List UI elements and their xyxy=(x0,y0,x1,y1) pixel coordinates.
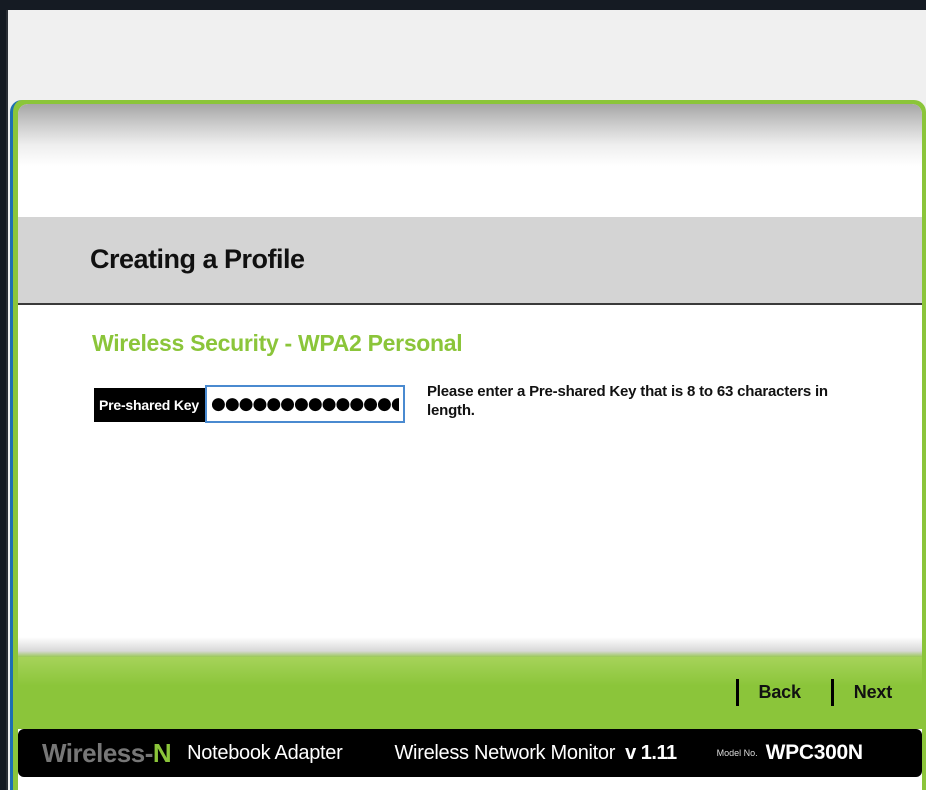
product-name: Notebook Adapter xyxy=(187,741,343,764)
wizard-navigation: Back Next xyxy=(735,679,892,706)
pre-shared-key-input[interactable] xyxy=(205,385,405,423)
content-area: Wireless Security - WPA2 Personal Pre-sh… xyxy=(18,307,922,637)
back-button[interactable]: Back xyxy=(759,682,801,703)
brand-n: N xyxy=(152,737,172,768)
next-button[interactable]: Next xyxy=(854,682,892,703)
nav-separator xyxy=(830,679,834,706)
footer-bar: Wireless- N Notebook Adapter Wireless Net… xyxy=(18,729,922,777)
wizard-frame: Creating a Profile Wireless Security - W… xyxy=(10,100,926,790)
wizard-panel: Creating a Profile Wireless Security - W… xyxy=(18,104,922,790)
brand-wireless: Wireless- xyxy=(42,737,153,768)
pre-shared-key-label: Pre-shared Key xyxy=(94,388,205,422)
title-band: Creating a Profile xyxy=(18,217,922,305)
pre-shared-key-row: Pre-shared Key xyxy=(94,385,410,423)
monitor-name: Wireless Network Monitor xyxy=(394,741,616,764)
page-title: Creating a Profile xyxy=(90,244,305,274)
help-text: Please enter a Pre-shared Key that is 8 … xyxy=(427,383,828,419)
nav-separator xyxy=(735,679,739,706)
navigation-band: Back Next xyxy=(18,657,922,729)
model-prefix: Model No. xyxy=(716,748,758,758)
lower-gradient xyxy=(18,637,922,657)
model-number: WPC300N xyxy=(765,741,863,764)
version-label: v 1.11 xyxy=(625,741,677,764)
section-heading: Wireless Security - WPA2 Personal xyxy=(92,330,463,356)
header-gradient xyxy=(18,104,922,217)
